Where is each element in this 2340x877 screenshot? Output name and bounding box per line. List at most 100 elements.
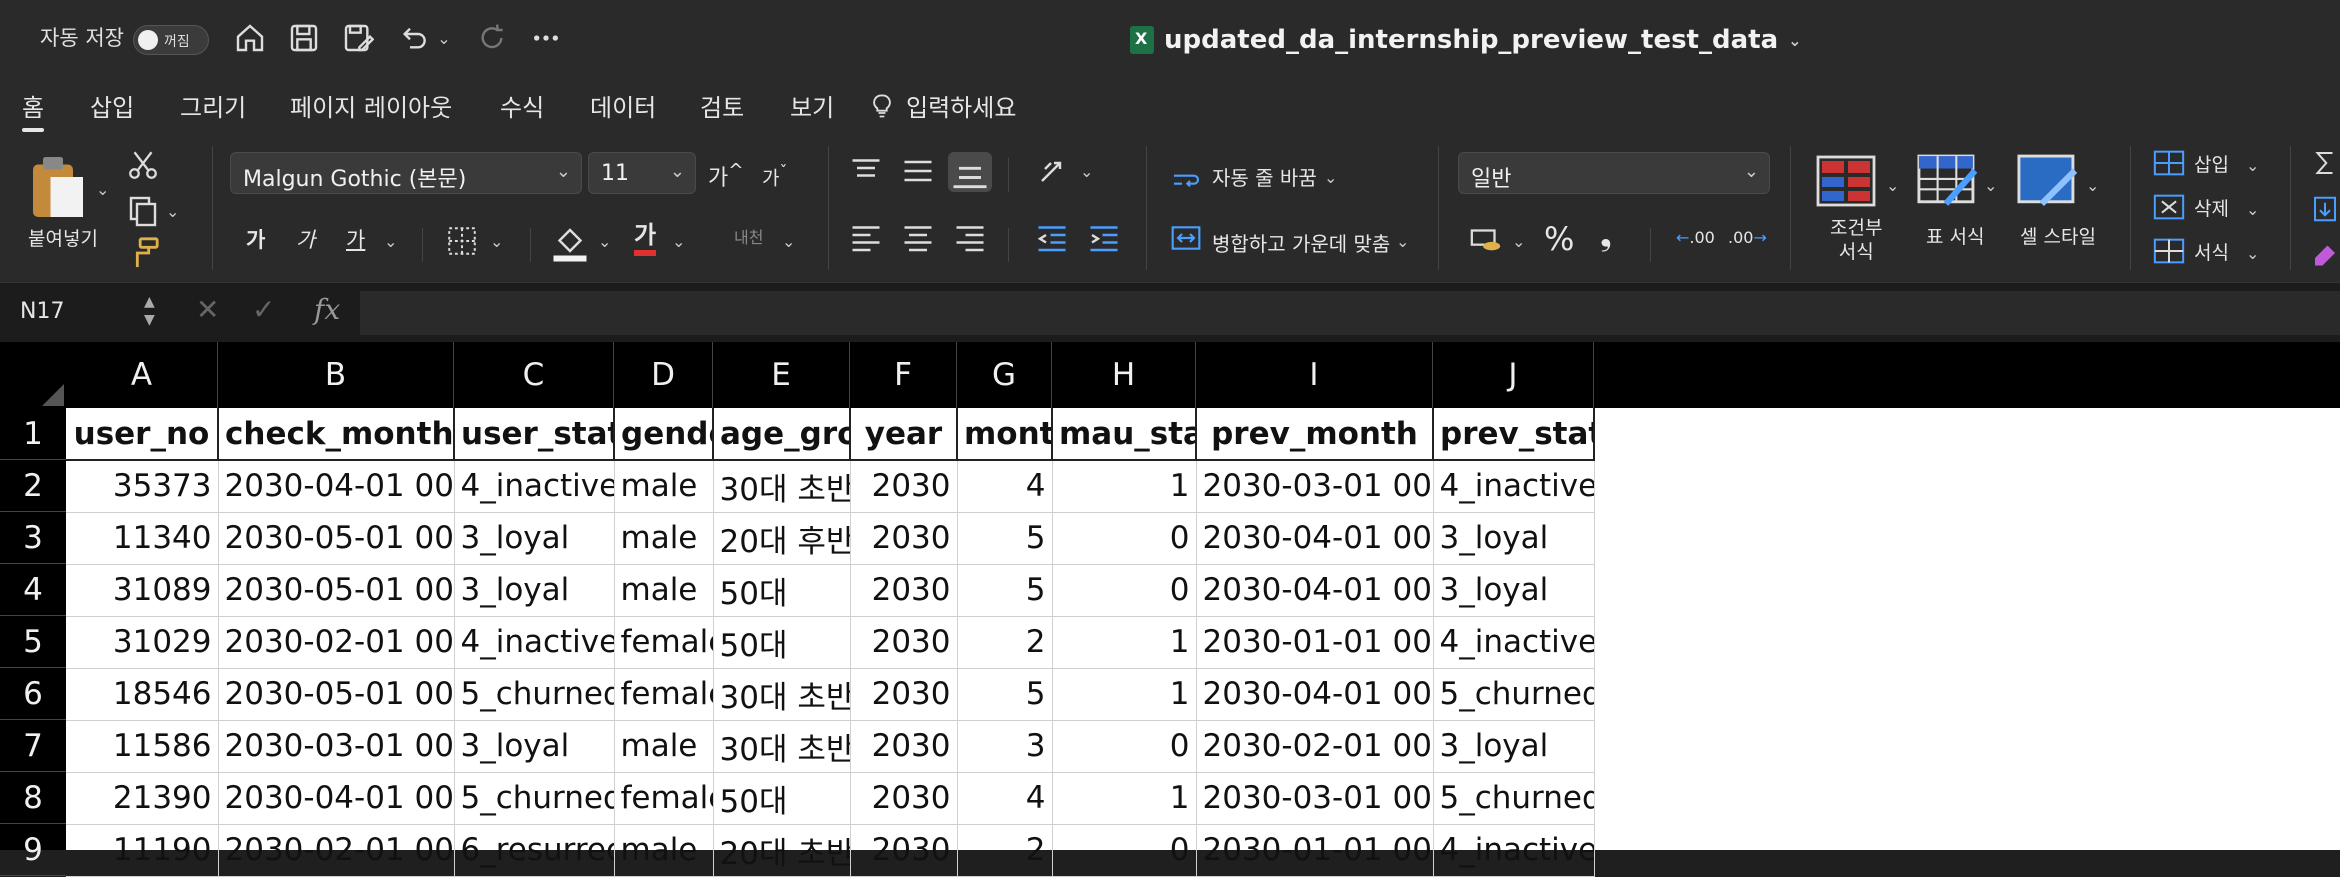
enter-icon[interactable]: ✓: [252, 293, 275, 326]
cell-user-status[interactable]: 3_loyal: [454, 512, 615, 565]
cell-user-status[interactable]: 3_loyal: [454, 720, 615, 773]
tab-page-layout[interactable]: 페이지 레이아웃: [290, 88, 452, 123]
name-box[interactable]: N17: [0, 291, 166, 335]
tab-view[interactable]: 보기: [790, 88, 834, 123]
cell-check-month[interactable]: 2030-05-01 00:00:00: [218, 564, 455, 617]
wrap-text-chevron-icon[interactable]: ⌄: [1324, 168, 1337, 187]
cell-year[interactable]: 2030: [850, 824, 958, 877]
cell-user-no[interactable]: 21390: [66, 772, 219, 825]
align-right-icon[interactable]: [952, 222, 988, 254]
cell-age-group[interactable]: 50대: [713, 564, 851, 617]
header-cell-gender[interactable]: gender: [614, 408, 714, 461]
cell-mau-status[interactable]: 0: [1052, 824, 1197, 877]
header-cell-month[interactable]: month: [957, 408, 1053, 461]
italic-button[interactable]: 가: [296, 224, 315, 254]
row-header-2[interactable]: 2: [0, 460, 66, 512]
redo-icon[interactable]: [472, 18, 512, 58]
borders-chevron-icon[interactable]: ⌄: [490, 232, 503, 251]
cell-prev-month[interactable]: 2030-03-01 00:00:00: [1196, 772, 1434, 825]
cell-user-no[interactable]: 11190: [66, 824, 219, 877]
merge-center-icon[interactable]: [1170, 222, 1202, 254]
cell-year[interactable]: 2030: [850, 616, 958, 669]
cell-user-no[interactable]: 35373: [66, 460, 219, 513]
cell-year[interactable]: 2030: [850, 512, 958, 565]
percent-button[interactable]: %: [1544, 220, 1574, 258]
tab-review[interactable]: 검토: [700, 88, 744, 123]
fill-color-chevron-icon[interactable]: ⌄: [598, 232, 611, 251]
cell-check-month[interactable]: 2030-05-01 00:00:00: [218, 668, 455, 721]
format-cells-label[interactable]: 서식: [2194, 238, 2229, 265]
cell-month[interactable]: 2: [957, 616, 1053, 669]
cell-prev-status[interactable]: 3_loyal: [1433, 564, 1595, 617]
cell-user-status[interactable]: 3_loyal: [454, 564, 615, 617]
cell-gender[interactable]: male: [614, 720, 714, 773]
font-name-select[interactable]: Malgun Gothic (본문) ⌄: [230, 152, 582, 194]
clear-icon[interactable]: [2310, 238, 2340, 268]
cell-styles-icon[interactable]: [2016, 154, 2080, 208]
cell-mau-status[interactable]: 1: [1052, 668, 1197, 721]
wrap-text-label[interactable]: 자동 줄 바꿈: [1212, 162, 1317, 191]
delete-cells-chevron-icon[interactable]: ⌄: [2246, 200, 2259, 219]
cell-prev-status[interactable]: 3_loyal: [1433, 512, 1595, 565]
increase-decimal-button[interactable]: ←.00: [1676, 228, 1715, 247]
number-format-select[interactable]: 일반 ⌄: [1458, 152, 1770, 194]
cancel-icon[interactable]: ✕: [196, 293, 219, 326]
cell-age-group[interactable]: 30대 초반: [713, 668, 851, 721]
more-icon[interactable]: [526, 18, 566, 58]
cell-prev-month[interactable]: 2030-02-01 00:00:00: [1196, 720, 1434, 773]
cell-user-no[interactable]: 31029: [66, 616, 219, 669]
cell-age-group[interactable]: 50대: [713, 616, 851, 669]
header-cell-year[interactable]: year: [850, 408, 958, 461]
cell-gender[interactable]: male: [614, 564, 714, 617]
select-all-corner[interactable]: [0, 342, 66, 408]
cell-gender[interactable]: male: [614, 460, 714, 513]
paste-icon[interactable]: [28, 152, 88, 222]
column-header-e[interactable]: E: [713, 342, 850, 408]
cell-check-month[interactable]: 2030-04-01 00:00:00: [218, 460, 455, 513]
increase-indent-icon[interactable]: [1086, 222, 1122, 254]
column-header-f[interactable]: F: [850, 342, 957, 408]
tab-data[interactable]: 데이터: [590, 88, 656, 123]
comma-button[interactable]: ❟: [1600, 218, 1612, 253]
cell-user-status[interactable]: 5_churned: [454, 668, 615, 721]
cell-check-month[interactable]: 2030-02-01 00:00:00: [218, 824, 455, 877]
header-cell-user-status[interactable]: user_status: [454, 408, 615, 461]
decrease-indent-icon[interactable]: [1034, 222, 1070, 254]
cell-check-month[interactable]: 2030-04-01 00:00:00: [218, 772, 455, 825]
column-header-b[interactable]: B: [218, 342, 454, 408]
cell-month[interactable]: 4: [957, 772, 1053, 825]
cell-age-group[interactable]: 50대: [713, 772, 851, 825]
format-cells-chevron-icon[interactable]: ⌄: [2246, 244, 2259, 263]
column-header-i[interactable]: I: [1196, 342, 1433, 408]
tab-draw[interactable]: 그리기: [180, 88, 246, 123]
save-as-icon[interactable]: [338, 18, 378, 58]
merge-center-chevron-icon[interactable]: ⌄: [1396, 232, 1409, 251]
cell-prev-month[interactable]: 2030-01-01 00:00:00: [1196, 616, 1434, 669]
cell-mau-status[interactable]: 0: [1052, 720, 1197, 773]
cell-check-month[interactable]: 2030-02-01 00:00:00: [218, 616, 455, 669]
paste-label[interactable]: 붙여넣기: [28, 224, 98, 251]
cell-year[interactable]: 2030: [850, 772, 958, 825]
align-center-icon[interactable]: [900, 222, 936, 254]
cell-user-no[interactable]: 31089: [66, 564, 219, 617]
cell-age-group[interactable]: 30대 초반: [713, 460, 851, 513]
undo-chevron-icon[interactable]: ⌄: [432, 18, 456, 58]
cell-age-group[interactable]: 20대 초반: [713, 824, 851, 877]
cell-month[interactable]: 5: [957, 668, 1053, 721]
cell-month[interactable]: 2: [957, 824, 1053, 877]
cell-prev-month[interactable]: 2030-04-01 00:00:00: [1196, 512, 1434, 565]
column-header-h[interactable]: H: [1052, 342, 1196, 408]
cell-styles-chevron-icon[interactable]: ⌄: [2086, 176, 2099, 195]
row-header-6[interactable]: 6: [0, 668, 66, 720]
column-header-j[interactable]: J: [1433, 342, 1594, 408]
grow-font-button[interactable]: 가^: [708, 160, 744, 192]
header-cell-prev-status[interactable]: prev_status: [1433, 408, 1595, 461]
shrink-font-button[interactable]: 가ˇ: [762, 162, 787, 190]
insert-cells-icon[interactable]: [2152, 148, 2186, 178]
cell-user-status[interactable]: 6_resurrected: [454, 824, 615, 877]
copy-icon[interactable]: [124, 192, 162, 228]
column-header-g[interactable]: G: [957, 342, 1052, 408]
conditional-format-chevron-icon[interactable]: ⌄: [1886, 176, 1899, 195]
autosum-icon[interactable]: [2310, 148, 2340, 178]
cell-mau-status[interactable]: 0: [1052, 564, 1197, 617]
